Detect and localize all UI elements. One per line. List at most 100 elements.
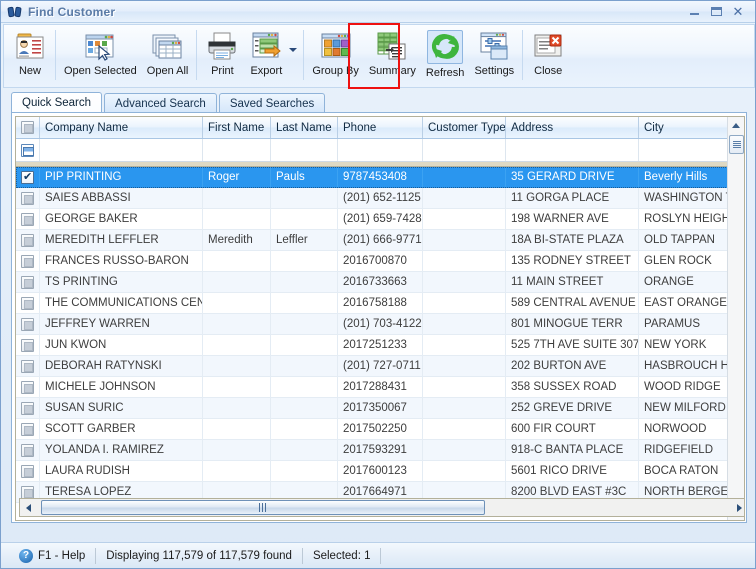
table-row[interactable]: GEORGE BAKER (201) 659-7428 198 WARNER AVE… xyxy=(16,209,744,230)
scroll-right-arrow-icon[interactable] xyxy=(731,499,744,516)
table-row[interactable]: YOLANDA I. RAMIREZ 2017593291 918-C BANTA … xyxy=(16,440,744,461)
row-checkbox[interactable] xyxy=(21,296,34,310)
row-select-cell[interactable] xyxy=(16,440,40,460)
table-row[interactable]: JUN KWON 2017251233 525 7TH AVE SUITE 307 N… xyxy=(16,335,744,356)
cell-first xyxy=(203,398,271,418)
tab-quick-search[interactable]: Quick Search xyxy=(11,92,103,113)
filter-input-city[interactable] xyxy=(639,139,729,161)
row-select-cell[interactable] xyxy=(16,209,40,229)
toolbar-button-export[interactable]: Export xyxy=(244,28,288,86)
table-row[interactable]: SCOTT GARBER 2017502250 600 FIR COURT NORWO… xyxy=(16,419,744,440)
toolbar-button-open-selected[interactable]: Open Selected xyxy=(59,28,142,86)
column-header-city[interactable]: City xyxy=(639,117,729,138)
cell-address: 202 BURTON AVE xyxy=(506,356,639,376)
filter-input-last-name[interactable] xyxy=(271,139,338,161)
new-customer-icon xyxy=(13,30,47,62)
filter-input-address[interactable] xyxy=(506,139,639,161)
scroll-up-arrow-icon[interactable] xyxy=(728,117,744,133)
row-checkbox[interactable] xyxy=(21,443,34,457)
toolbar-button-group-by[interactable]: Group By xyxy=(307,28,363,86)
column-header-first-name[interactable]: First Name xyxy=(203,117,271,138)
cell-phone: 2017251233 xyxy=(338,335,423,355)
row-checkbox[interactable] xyxy=(21,212,34,226)
column-header-last-name[interactable]: Last Name xyxy=(271,117,338,138)
select-all-header-cell[interactable] xyxy=(16,117,40,138)
toolbar-button-settings[interactable]: Settings xyxy=(469,28,519,86)
row-select-cell[interactable] xyxy=(16,230,40,250)
row-checkbox[interactable] xyxy=(21,464,34,478)
row-select-cell[interactable] xyxy=(16,419,40,439)
table-row[interactable]: LAURA RUDISH 2017600123 5601 RICO DRIVE BOC… xyxy=(16,461,744,482)
row-select-cell[interactable] xyxy=(16,272,40,292)
table-row[interactable]: MICHELE JOHNSON 2017288431 358 SUSSEX ROAD… xyxy=(16,377,744,398)
table-row[interactable]: JEFFREY WARREN (201) 703-4122 801 MINOGUE … xyxy=(16,314,744,335)
row-select-cell[interactable] xyxy=(16,398,40,418)
tab-advanced-search[interactable]: Advanced Search xyxy=(104,93,217,113)
row-checkbox[interactable] xyxy=(21,317,34,331)
table-row[interactable]: TS PRINTING 2016733663 11 MAIN STREET ORANG… xyxy=(16,272,744,293)
row-checkbox[interactable] xyxy=(21,485,34,499)
horizontal-scroll-thumb[interactable] xyxy=(41,500,485,515)
row-checkbox[interactable] xyxy=(21,359,34,373)
table-row[interactable]: PIP PRINTINGRogerPauls9787453408 35 GERAR… xyxy=(16,167,744,188)
row-checkbox[interactable] xyxy=(21,380,34,394)
row-checkbox[interactable] xyxy=(21,170,34,184)
horizontal-scroll-track[interactable] xyxy=(37,499,731,516)
table-row[interactable]: SAIES ABBASSI (201) 652-1125 11 GORGA PLAC… xyxy=(16,188,744,209)
toolbar-button-summary[interactable]: Summary xyxy=(364,28,421,86)
vertical-scroll-thumb[interactable] xyxy=(729,135,744,154)
maximize-button[interactable] xyxy=(705,3,727,21)
toolbar-label-close: Close xyxy=(534,65,563,77)
toolbar-button-print[interactable]: Print xyxy=(200,28,244,86)
toolbar-button-open-all[interactable]: Open All xyxy=(142,28,194,86)
row-checkbox[interactable] xyxy=(21,191,34,205)
filter-input-company-name[interactable] xyxy=(40,139,203,161)
toolbar-button-new[interactable]: New xyxy=(8,28,52,86)
row-checkbox[interactable] xyxy=(21,422,34,436)
row-checkbox[interactable] xyxy=(21,275,34,289)
select-all-checkbox[interactable] xyxy=(21,121,34,134)
toolbar-button-refresh[interactable]: Refresh xyxy=(421,28,470,86)
close-button[interactable]: ✕ xyxy=(727,3,749,21)
table-row[interactable]: SUSAN SURIC 2017350067 252 GREVE DRIVE NEW … xyxy=(16,398,744,419)
filter-input-phone[interactable] xyxy=(338,139,423,161)
row-select-cell[interactable] xyxy=(16,167,40,187)
column-header-address[interactable]: Address xyxy=(506,117,639,138)
column-header-company-name[interactable]: Company Name xyxy=(40,117,203,138)
table-row[interactable]: DEBORAH RATYNSKI (201) 727-0711 202 BURTON… xyxy=(16,356,744,377)
row-checkbox[interactable] xyxy=(21,338,34,352)
column-header-customer-type[interactable]: Customer Type xyxy=(423,117,506,138)
row-select-cell[interactable] xyxy=(16,293,40,313)
row-select-cell[interactable] xyxy=(16,188,40,208)
cell-phone: 2017502250 xyxy=(338,419,423,439)
toolbar-label-open-all: Open All xyxy=(146,65,189,77)
vertical-scrollbar[interactable] xyxy=(727,117,744,520)
toolbar-button-close[interactable]: Close xyxy=(526,28,570,86)
minimize-button[interactable] xyxy=(683,3,705,21)
table-row[interactable]: MEREDITH LEFFLER Meredith Leffler (201) 666… xyxy=(16,230,744,251)
toolbar-label-refresh: Refresh xyxy=(425,67,465,79)
filter-row-icon[interactable] xyxy=(21,143,34,157)
table-row[interactable]: THE COMMUNICATIONS CENTER 2016758188 589 C… xyxy=(16,293,744,314)
status-help[interactable]: ? F1 - Help xyxy=(9,547,95,565)
row-select-cell[interactable] xyxy=(16,335,40,355)
row-select-cell[interactable] xyxy=(16,251,40,271)
filter-input-first-name[interactable] xyxy=(203,139,271,161)
row-select-cell[interactable] xyxy=(16,377,40,397)
table-row[interactable]: FRANCES RUSSO-BARON 2016700870 135 RODNEY … xyxy=(16,251,744,272)
filter-input-customer-type[interactable] xyxy=(423,139,506,161)
column-header-phone[interactable]: Phone xyxy=(338,117,423,138)
scroll-left-arrow-icon[interactable] xyxy=(20,499,37,516)
cell-phone: 2017350067 xyxy=(338,398,423,418)
horizontal-scrollbar[interactable] xyxy=(19,498,744,517)
filter-mode-cell[interactable] xyxy=(16,139,40,161)
row-checkbox[interactable] xyxy=(21,401,34,415)
row-select-cell[interactable] xyxy=(16,314,40,334)
row-select-cell[interactable] xyxy=(16,461,40,481)
row-select-cell[interactable] xyxy=(16,356,40,376)
row-checkbox[interactable] xyxy=(21,254,34,268)
export-dropdown-arrow-icon[interactable] xyxy=(288,43,298,55)
toolbar-label-settings: Settings xyxy=(474,65,515,77)
tab-saved-searches[interactable]: Saved Searches xyxy=(218,93,326,113)
row-checkbox[interactable] xyxy=(21,233,34,247)
